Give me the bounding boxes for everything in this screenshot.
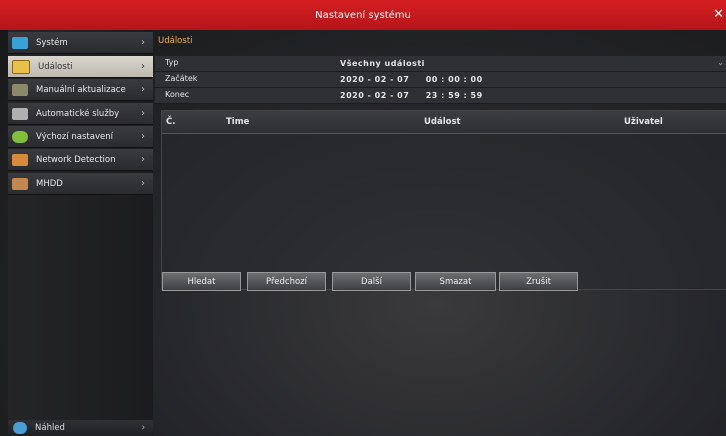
start-label: Začátek (165, 74, 198, 83)
chevron-right-icon: › (141, 178, 145, 189)
end-row[interactable]: Konec 2020 - 02 - 07 23 : 59 : 59 (155, 88, 726, 104)
sidebar-item-auto-services[interactable]: Automatické služby › (8, 103, 153, 125)
chevron-right-icon: › (141, 37, 145, 48)
sidebar-item-label: Výchozí nastavení (36, 131, 113, 142)
sidebar: Systém › Události › Manuální aktualizace… (8, 30, 153, 436)
preview-icon (13, 422, 27, 434)
section-title: Události (158, 36, 193, 46)
close-icon[interactable]: ✕ (713, 7, 724, 22)
table-header: Č. Time Událost Uživatel (162, 111, 726, 134)
start-row[interactable]: Začátek 2020 - 02 - 07 00 : 00 : 00 (155, 72, 726, 88)
monitor-icon (12, 36, 28, 49)
update-icon (12, 83, 28, 96)
sidebar-item-label: Systém (36, 37, 68, 48)
sidebar-item-network-detection[interactable]: Network Detection › (8, 149, 153, 171)
sidebar-item-system[interactable]: Systém › (8, 32, 153, 54)
folder-icon (12, 59, 30, 74)
next-button[interactable]: Další (332, 272, 411, 291)
start-datetime-field[interactable]: 2020 - 02 - 07 00 : 00 : 00 (340, 75, 483, 84)
network-icon (12, 153, 28, 166)
cancel-button[interactable]: Zrušit (499, 272, 578, 291)
sidebar-item-label: Network Detection (36, 154, 116, 165)
delete-button[interactable]: Smazat (415, 272, 496, 291)
column-header-event[interactable]: Událost (424, 117, 461, 127)
window-title: Nastavení systému (315, 9, 411, 21)
title-bar: Nastavení systému ✕ (0, 0, 726, 30)
type-label: Typ (165, 58, 179, 67)
column-header-number[interactable]: Č. (166, 117, 175, 127)
sidebar-item-mhdd[interactable]: MHDD › (8, 173, 153, 195)
sidebar-item-manual-update[interactable]: Manuální aktualizace › (8, 79, 153, 101)
sidebar-item-label: MHDD (36, 178, 63, 189)
sidebar-item-label: Automatické služby (36, 108, 120, 119)
events-panel: Události Typ Všechny události ⌄ Začátek … (155, 30, 726, 436)
sidebar-item-label: Manuální aktualizace (36, 84, 126, 95)
search-button[interactable]: Hledat (162, 272, 241, 291)
chevron-down-icon[interactable]: ⌄ (717, 58, 724, 67)
sidebar-item-events[interactable]: Události › (8, 56, 153, 78)
preview-label: Náhled (35, 423, 65, 433)
chevron-right-icon: › (141, 131, 145, 142)
chevron-right-icon: › (141, 84, 145, 95)
column-header-time[interactable]: Time (226, 117, 249, 127)
chevron-right-icon: › (141, 423, 145, 433)
tools-icon (12, 107, 28, 120)
previous-button[interactable]: Předchozí (247, 272, 326, 291)
events-table: Č. Time Událost Uživatel (161, 110, 726, 290)
preview-button[interactable]: Náhled › (8, 420, 153, 436)
column-header-user[interactable]: Uživatel (624, 117, 663, 127)
sidebar-item-label: Události (38, 61, 73, 72)
screen: Nastavení systému ✕ Systém › Události › … (0, 0, 726, 436)
refresh-icon (12, 130, 28, 143)
type-select[interactable]: Všechny události (340, 59, 425, 68)
sidebar-item-defaults[interactable]: Výchozí nastavení › (8, 126, 153, 148)
chevron-right-icon: › (141, 108, 145, 119)
end-datetime-field[interactable]: 2020 - 02 - 07 23 : 59 : 59 (340, 91, 483, 100)
chevron-right-icon: › (141, 61, 145, 72)
type-row[interactable]: Typ Všechny události ⌄ (155, 56, 726, 72)
end-label: Konec (165, 90, 190, 99)
disk-icon (12, 177, 28, 190)
chevron-right-icon: › (141, 154, 145, 165)
